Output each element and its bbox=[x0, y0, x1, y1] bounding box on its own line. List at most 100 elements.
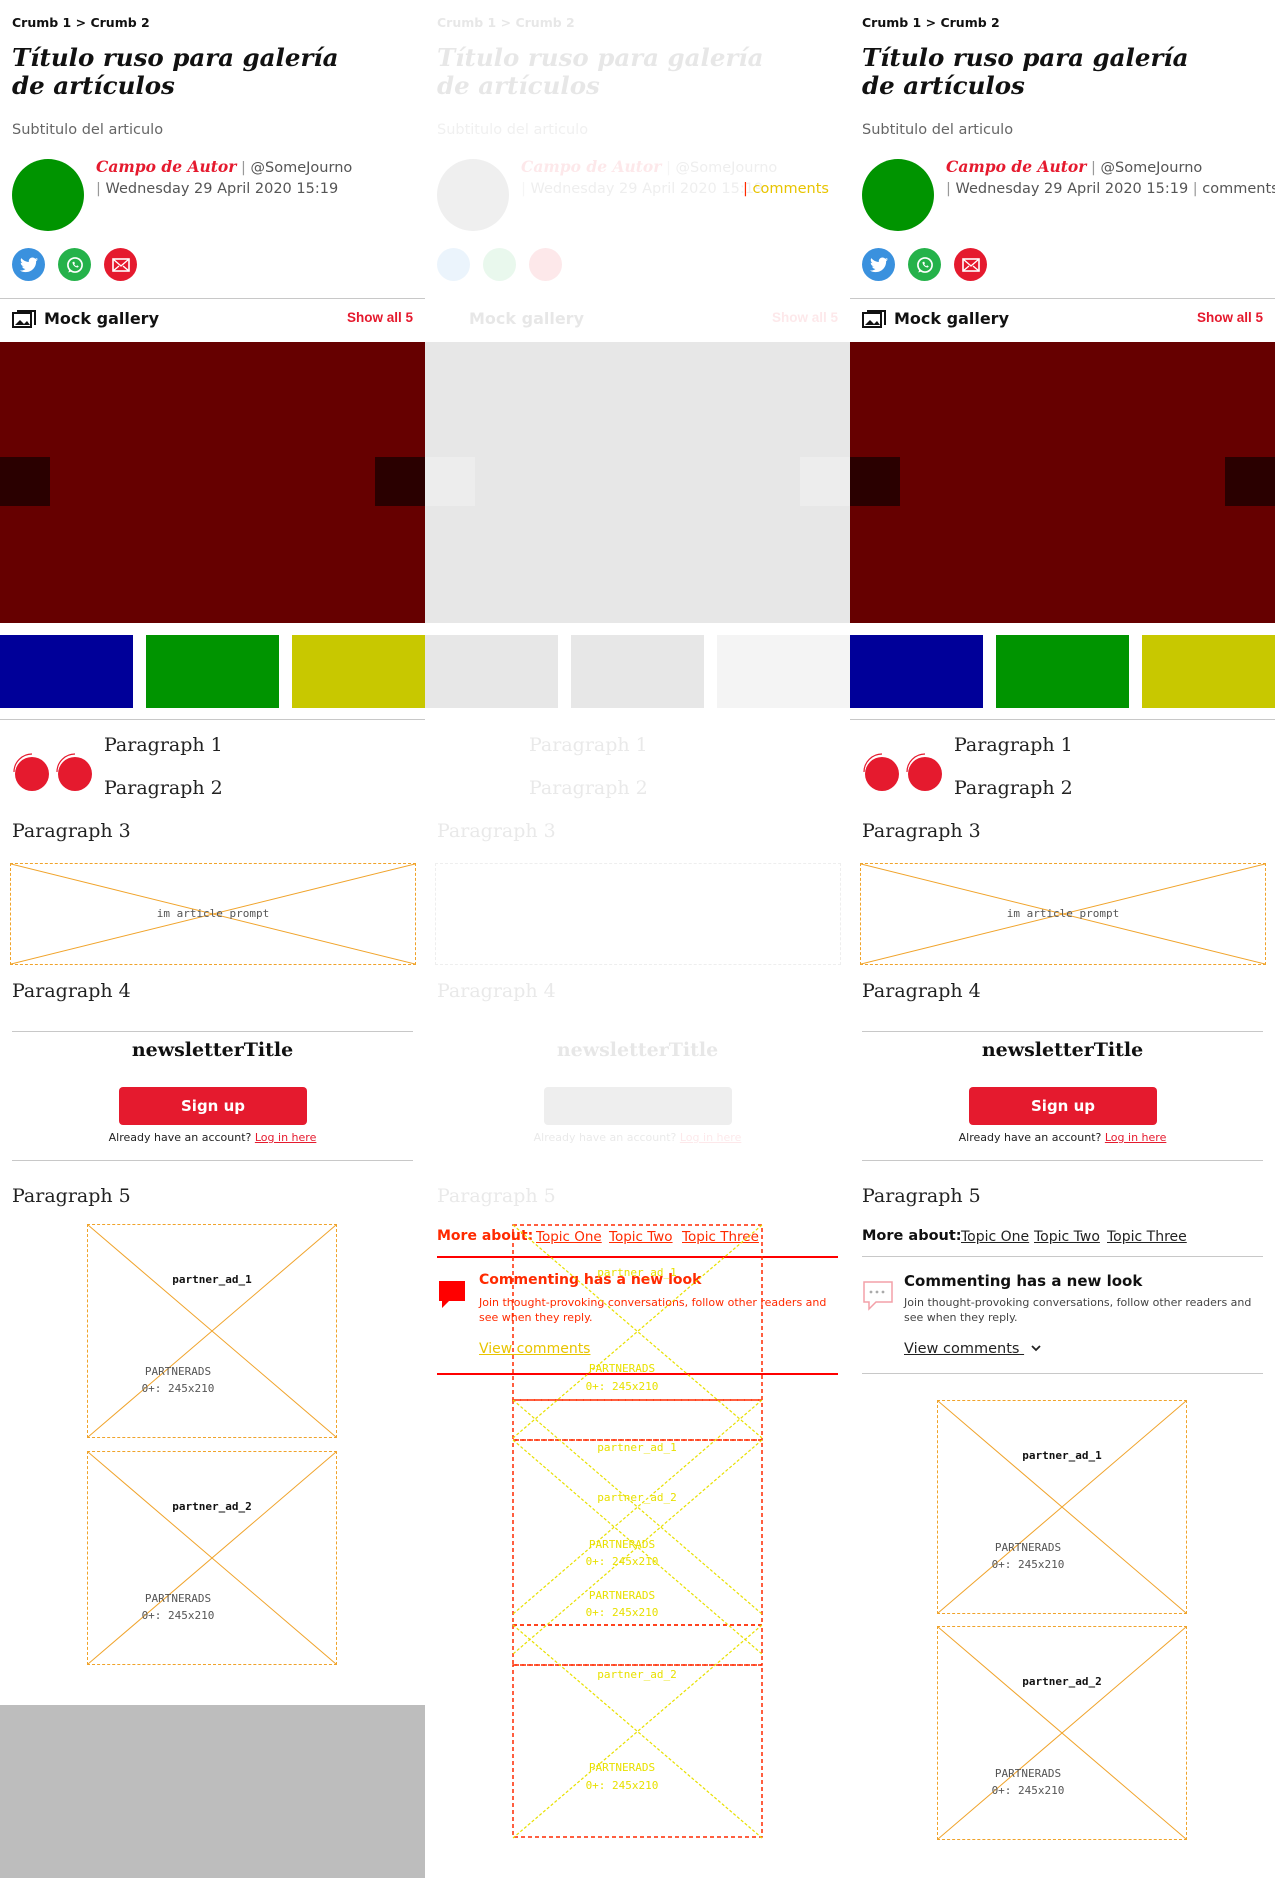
ad-name-label: partner_ad_2 bbox=[597, 1668, 676, 1681]
ad-provider-label: PARTNERADS bbox=[589, 1761, 655, 1774]
newsletter-login-line: Already have an account? Log in here bbox=[108, 1131, 317, 1144]
gallery-thumbnail[interactable] bbox=[425, 635, 558, 708]
share-whatsapp-button[interactable] bbox=[908, 248, 941, 281]
gallery-thumbnail[interactable] bbox=[0, 635, 133, 708]
divider bbox=[862, 1031, 1263, 1032]
article-title: Título ruso para galería de artículos bbox=[862, 43, 1189, 100]
divider bbox=[12, 1160, 413, 1161]
twitter-icon bbox=[19, 257, 38, 272]
topic-link[interactable]: Topic One bbox=[961, 1229, 1029, 1245]
topic-link[interactable]: Topic Three bbox=[1107, 1229, 1187, 1245]
comments-count-link[interactable]: comments bbox=[1202, 181, 1275, 197]
gallery-next-button[interactable] bbox=[800, 457, 850, 506]
share-email-button[interactable] bbox=[529, 248, 562, 281]
gallery-next-button[interactable] bbox=[375, 457, 425, 506]
share-whatsapp-button[interactable] bbox=[58, 248, 91, 281]
author-handle[interactable]: @SomeJourno bbox=[1101, 160, 1203, 176]
share-twitter-button[interactable] bbox=[12, 248, 45, 281]
paragraph: Paragraph 2 bbox=[104, 777, 223, 799]
comments-count-link[interactable]: | comments bbox=[743, 181, 829, 197]
breadcrumb-crumb-1[interactable]: Crumb 1 bbox=[862, 15, 921, 30]
breadcrumb: Crumb 1 > Crumb 2 bbox=[437, 15, 575, 30]
view-comments-link[interactable]: View comments bbox=[904, 1341, 1042, 1357]
breadcrumb-crumb-2[interactable]: Crumb 2 bbox=[940, 15, 999, 30]
paragraph: Paragraph 1 bbox=[954, 734, 1073, 756]
gallery-hero-image[interactable] bbox=[425, 342, 850, 623]
share-whatsapp-button[interactable] bbox=[483, 248, 516, 281]
gallery-icon bbox=[12, 310, 36, 328]
divider bbox=[850, 719, 1275, 720]
article-subtitle: Subtitulo del articulo bbox=[862, 122, 1014, 138]
newsletter-signup-button[interactable]: Sign up bbox=[119, 1087, 307, 1125]
author-name[interactable]: Campo de Autor bbox=[946, 157, 1086, 176]
ad-size-label: 0+: 245x210 bbox=[586, 1779, 659, 1792]
breadcrumb: Crumb 1 > Crumb 2 bbox=[862, 15, 1000, 30]
quote-icon bbox=[863, 753, 942, 791]
ad-name-label: partner_ad_2 bbox=[597, 1491, 676, 1504]
newsletter-login-link[interactable]: Log in here bbox=[1105, 1131, 1166, 1144]
gallery-thumbnail[interactable] bbox=[850, 635, 983, 708]
breadcrumb-crumb-1[interactable]: Crumb 1 bbox=[12, 15, 71, 30]
author-line: Campo de Autor | @SomeJourno bbox=[946, 157, 1203, 176]
newsletter-signup-button[interactable] bbox=[544, 1087, 732, 1125]
partner-ad-placeholder: partner_ad_1 PARTNERADS 0+: 245x210 bbox=[87, 1224, 337, 1438]
paragraph: Paragraph 1 bbox=[529, 734, 648, 756]
gallery-prev-button[interactable] bbox=[425, 457, 475, 506]
paragraph: Paragraph 5 bbox=[437, 1185, 556, 1207]
share-twitter-button[interactable] bbox=[862, 248, 895, 281]
divider bbox=[0, 719, 425, 720]
gallery-title: Mock gallery bbox=[44, 309, 159, 328]
publish-date-line: | Wednesday 29 April 2020 15:19 bbox=[521, 181, 764, 197]
partner-ad-placeholder: partner_ad_1 PARTNERADS 0+: 245x210 bbox=[937, 1400, 1187, 1614]
gallery-hero-image[interactable] bbox=[0, 342, 425, 623]
newsletter-login-link[interactable]: Log in here bbox=[255, 1131, 316, 1144]
divider bbox=[12, 1031, 413, 1032]
author-avatar bbox=[862, 159, 934, 231]
gallery-thumbnail[interactable] bbox=[571, 635, 704, 708]
gallery-show-all-link[interactable]: Show all 5 bbox=[1197, 310, 1263, 325]
author-handle[interactable]: @SomeJourno bbox=[251, 160, 353, 176]
breadcrumb-crumb-2[interactable]: Crumb 2 bbox=[90, 15, 149, 30]
publish-date-line: | Wednesday 29 April 2020 15:19 bbox=[96, 181, 339, 197]
gallery-hero-image[interactable] bbox=[850, 342, 1275, 623]
gallery-show-all-link[interactable]: Show all 5 bbox=[772, 310, 838, 325]
share-twitter-button[interactable] bbox=[437, 248, 470, 281]
paragraph: Paragraph 3 bbox=[12, 820, 131, 842]
commenting-title: Commenting has a new look bbox=[904, 1272, 1143, 1290]
gallery-prev-button[interactable] bbox=[850, 457, 900, 506]
quote-icon bbox=[13, 753, 92, 791]
overlapping-ad-placeholders: partner_ad_1 PARTNERADS 0+: 245x210 part… bbox=[512, 1224, 763, 1839]
gallery-thumbnail[interactable] bbox=[292, 635, 425, 708]
gallery-next-button[interactable] bbox=[1225, 457, 1275, 506]
newsletter-title: newsletterTitle bbox=[981, 1039, 1144, 1061]
gallery-thumbnail[interactable] bbox=[717, 635, 850, 708]
share-email-button[interactable] bbox=[104, 248, 137, 281]
author-line: Campo de Autor | @SomeJourno bbox=[521, 157, 778, 176]
gallery-thumbnail[interactable] bbox=[146, 635, 279, 708]
article-subtitle: Subtitulo del articulo bbox=[437, 122, 589, 138]
partner-ad-placeholder: partner_ad_2 PARTNERADS 0+: 245x210 bbox=[937, 1626, 1187, 1840]
topic-link[interactable]: Topic Two bbox=[1034, 1229, 1100, 1245]
in-article-prompt-placeholder bbox=[435, 863, 841, 965]
ad-name-label: partner_ad_1 bbox=[597, 1266, 676, 1279]
ad-name-label: partner_ad_1 bbox=[597, 1441, 676, 1454]
in-article-prompt-placeholder: im article prompt bbox=[10, 863, 416, 965]
gallery-thumbnail[interactable] bbox=[996, 635, 1129, 708]
author-avatar bbox=[12, 159, 84, 231]
share-email-button[interactable] bbox=[954, 248, 987, 281]
ad-provider-label: PARTNERADS bbox=[589, 1589, 655, 1602]
gallery-thumbnail[interactable] bbox=[1142, 635, 1275, 708]
gallery-prev-button[interactable] bbox=[0, 457, 50, 506]
comment-bubble-icon bbox=[863, 1281, 893, 1311]
in-article-prompt-placeholder: im article prompt bbox=[860, 863, 1266, 965]
author-name[interactable]: Campo de Autor bbox=[96, 157, 236, 176]
gallery-icon bbox=[862, 310, 886, 328]
divider bbox=[862, 1373, 1263, 1374]
divider bbox=[850, 298, 1275, 299]
partner-ad-placeholder: partner_ad_2 PARTNERADS 0+: 245x210 bbox=[87, 1451, 337, 1665]
footer-block bbox=[0, 1705, 425, 1878]
gallery-show-all-link[interactable]: Show all 5 bbox=[347, 310, 413, 325]
chevron-down-icon bbox=[1031, 1345, 1041, 1352]
paragraph: Paragraph 4 bbox=[12, 980, 131, 1002]
newsletter-signup-button[interactable]: Sign up bbox=[969, 1087, 1157, 1125]
